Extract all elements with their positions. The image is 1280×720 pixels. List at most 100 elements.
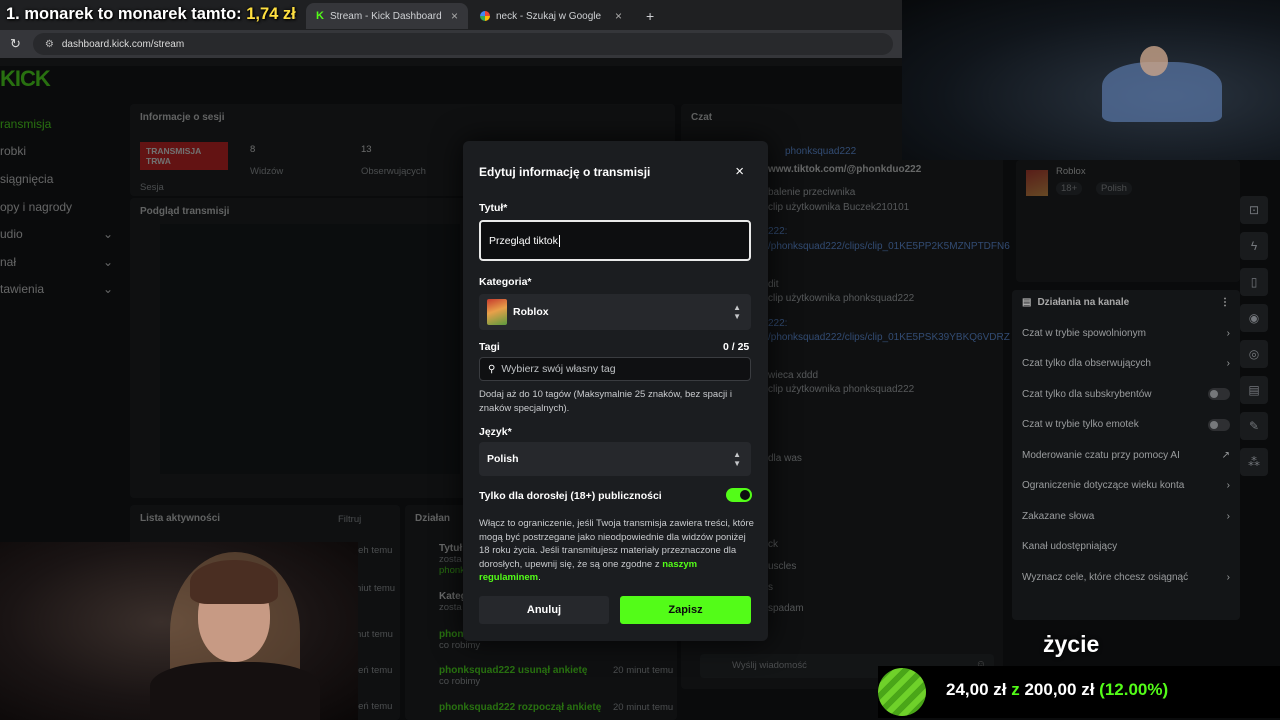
close-tab-icon[interactable]: ×	[451, 9, 458, 23]
stream-info-card: Roblox 18+ Polish	[1016, 160, 1240, 282]
chat-message: www.tiktok.com/@phonkduo222	[768, 164, 922, 175]
actions-icon: ▤	[1022, 297, 1032, 308]
chat-input-placeholder: Wyślij wiadomość	[732, 660, 807, 671]
action-row: phonksquad222 usunął ankietę co robimy	[439, 665, 587, 687]
chevron-right-icon: ›	[1226, 510, 1230, 522]
filter-button[interactable]: Filtruj	[338, 514, 361, 525]
tab-google-search[interactable]: neck - Szukaj w Google ×	[470, 3, 632, 29]
kick-logo-icon: K	[316, 10, 324, 22]
action-subscribers-only: Czat tylko dla subskrybentów	[1012, 379, 1240, 410]
title-label: Tytuł*	[479, 202, 508, 214]
save-button[interactable]: Zapisz	[620, 596, 751, 624]
emote-only-toggle[interactable]	[1208, 418, 1230, 431]
stream-preview-video[interactable]	[160, 224, 460, 474]
sidebar-item-rewards[interactable]: opy i nagrody	[0, 193, 125, 221]
sidebar-item-earnings[interactable]: robki	[0, 138, 125, 166]
stream-info-tag: 18+	[1056, 182, 1083, 195]
adult-only-toggle[interactable]	[726, 488, 752, 502]
activity-time: leń temu	[356, 665, 393, 676]
chat-message: balenie przeciwnika	[768, 187, 856, 198]
search-icon: ⚲	[488, 363, 496, 375]
stream-info-tag: Polish	[1096, 182, 1132, 195]
kick-logo[interactable]: KICK	[0, 66, 51, 92]
subscribers-only-toggle[interactable]	[1208, 388, 1230, 401]
site-settings-icon[interactable]: ⚙	[45, 39, 54, 50]
chat-message: dit	[768, 279, 779, 290]
text-caret	[558, 234, 560, 247]
action-set-goals[interactable]: Wyznacz cele, które chcesz osiągnąć ›	[1012, 562, 1240, 593]
webcam-top-right	[902, 0, 1280, 160]
language-value: Polish	[487, 453, 519, 465]
action-followers-only[interactable]: Czat tylko dla obserwujących ›	[1012, 349, 1240, 380]
channel-actions-panel: ▤ Działania na kanale ⋮ Czat w trybie sp…	[1012, 290, 1240, 620]
action-row-title: Tytuł	[439, 543, 463, 554]
clipboard-icon[interactable]: ▯	[1240, 268, 1268, 296]
action-ai-moderation[interactable]: Moderowanie czatu przy pomocy AI ↗	[1012, 440, 1240, 471]
chevron-down-icon: ⌄	[102, 227, 113, 242]
action-row-sub: co robimy	[439, 640, 481, 651]
goal-target: 200,00 zł	[1024, 680, 1095, 699]
chat-link[interactable]: /phonksquad222/clips/clip_01KE5PSK39YBKQ…	[768, 332, 1010, 343]
chat-message: clip użytkownika phonksquad222	[768, 293, 915, 304]
quick-actions-column: ⊡ ϟ ▯ ◉ ◎ ▤ ✎ ⁂	[1240, 196, 1270, 484]
stream-settings-icon[interactable]: ⊡	[1240, 196, 1268, 224]
chat-message: phonksquad222	[785, 146, 857, 157]
language-select[interactable]: Polish ▲ ▼	[479, 442, 751, 476]
reload-icon[interactable]: ↻	[10, 36, 21, 52]
chat-bubble-icon[interactable]: ◉	[1240, 304, 1268, 332]
person-head	[1140, 46, 1168, 76]
sidebar-item-stream[interactable]: ransmisja	[0, 110, 125, 138]
goal-text: 24,00 zł z 200,00 zł (12.00%)	[946, 680, 1168, 700]
chat-link[interactable]: /phonksquad222/clips/clip_01KE5PP2K5MZNP…	[768, 241, 1010, 252]
new-tab-button[interactable]: +	[636, 3, 660, 29]
action-banned-words[interactable]: Zakazane słowa ›	[1012, 501, 1240, 532]
sidebar-item-achievements[interactable]: siągnięcia	[0, 165, 125, 193]
tab-kick-dashboard[interactable]: K Stream - Kick Dashboard ×	[306, 3, 468, 29]
activity-time: niut temu	[356, 583, 396, 594]
tab-label: neck - Szukaj w Google	[496, 10, 602, 22]
chat-message: clip użytkownika phonksquad222	[768, 384, 915, 395]
wrench-icon[interactable]: ✎	[1240, 412, 1268, 440]
tags-input-placeholder: Wybierz swój własny tag	[501, 363, 616, 375]
layout-icon[interactable]: ▤	[1240, 376, 1268, 404]
close-icon[interactable]: ×	[735, 163, 744, 180]
more-icon[interactable]: ⋮	[1220, 297, 1230, 308]
adult-help-end: .	[538, 572, 541, 583]
action-account-age[interactable]: Ograniczenie dotyczące wieku konta ›	[1012, 471, 1240, 502]
cancel-button[interactable]: Anuluj	[479, 596, 609, 624]
followers-count: 13	[361, 144, 372, 155]
chat-message: clip użytkownika Buczek210101	[768, 202, 910, 213]
action-host-channel[interactable]: Kanał udostępniający	[1012, 532, 1240, 563]
tab-label: Stream - Kick Dashboard	[329, 10, 442, 22]
broadcast-icon[interactable]: ◎	[1240, 340, 1268, 368]
goal-separator: z	[1011, 680, 1020, 699]
category-select[interactable]: Roblox ▲ ▼	[479, 294, 751, 330]
external-link-icon: ↗	[1221, 449, 1230, 461]
sidebar-item-channel[interactable]: nał ⌄	[0, 248, 125, 276]
donation-top-label: 1. monarek to monarek tamto:	[6, 5, 242, 23]
chevron-right-icon: ›	[1226, 327, 1230, 339]
sidebar: ransmisja robki siągnięcia opy i nagrody…	[0, 110, 125, 303]
action-emote-only: Czat w trybie tylko emotek	[1012, 410, 1240, 441]
adult-help-text: Włącz to ograniczenie, jeśli Twoja trans…	[479, 518, 754, 570]
title-input[interactable]: Przegląd tiktok	[479, 220, 751, 261]
edit-stream-info-modal: Edytuj informację o transmisji × Tytuł* …	[463, 141, 768, 641]
sidebar-item-settings[interactable]: tawienia ⌄	[0, 276, 125, 304]
goal-indicator	[878, 668, 926, 716]
chat-message: spadam	[768, 603, 804, 614]
tags-input[interactable]: ⚲ Wybierz swój własny tag	[479, 357, 751, 381]
action-row-title: phonksquad222 usunął ankietę	[439, 665, 588, 676]
action-row-title: phonksquad222 rozpoczął ankietę	[439, 702, 602, 713]
close-tab-icon[interactable]: ×	[615, 9, 622, 23]
share-icon[interactable]: ⁂	[1240, 448, 1268, 476]
select-arrows-icon: ▲ ▼	[733, 303, 741, 321]
lightning-icon[interactable]: ϟ	[1240, 232, 1268, 260]
action-row-user: phonk	[439, 565, 465, 576]
donation-top-overlay: 1. monarek to monarek tamto: 1,74 zł	[6, 5, 296, 24]
action-slow-mode[interactable]: Czat w trybie spowolnionym ›	[1012, 318, 1240, 349]
google-icon	[480, 11, 490, 21]
goal-current: 24,00 zł	[946, 680, 1007, 699]
sidebar-item-audio[interactable]: udio ⌄	[0, 220, 125, 248]
url-field[interactable]: ⚙ dashboard.kick.com/stream	[32, 33, 893, 55]
overlay-caption: życie	[1043, 631, 1100, 657]
